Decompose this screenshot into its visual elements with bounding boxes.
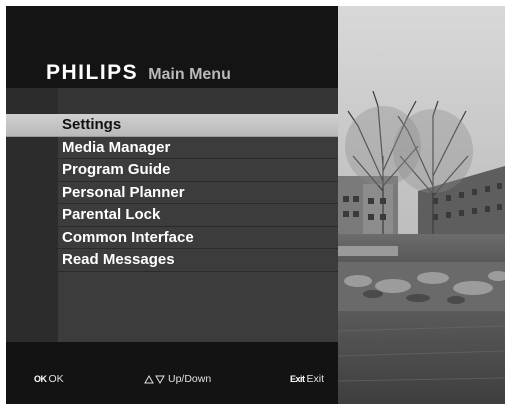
page-title: Main Menu — [148, 66, 231, 83]
menu-item-personal-planner[interactable]: Personal Planner — [6, 182, 338, 204]
tv-screen: PHILIPS Main Menu Settings Media Manager… — [6, 6, 505, 404]
ok-key-icon: OK — [34, 374, 47, 384]
menu-item-media-manager[interactable]: Media Manager — [6, 137, 338, 159]
brand-logo: PHILIPS — [46, 61, 139, 84]
tv-picture-scene — [337, 6, 505, 404]
up-down-arrows-icon — [144, 374, 166, 384]
up-down-hint-label: Up/Down — [168, 373, 212, 385]
menu-item-read-messages[interactable]: Read Messages — [6, 249, 338, 272]
main-menu-list: Settings Media Manager Program Guide Per… — [6, 114, 338, 272]
osd-panel: PHILIPS Main Menu Settings Media Manager… — [6, 6, 338, 404]
header: PHILIPS Main Menu — [46, 61, 231, 85]
menu-item-parental-lock[interactable]: Parental Lock — [6, 204, 338, 227]
menu-top-strip — [58, 88, 338, 114]
menu-item-common-interface[interactable]: Common Interface — [6, 227, 338, 249]
ok-hint[interactable]: OK OK — [34, 373, 64, 385]
exit-key-icon: Exit — [290, 374, 305, 384]
tv-picture — [337, 6, 505, 404]
ok-hint-label: OK — [48, 373, 64, 385]
exit-hint[interactable]: Exit Exit — [290, 373, 324, 385]
exit-hint-label: Exit — [306, 373, 325, 385]
menu-area: Settings Media Manager Program Guide Per… — [6, 88, 338, 342]
menu-item-settings[interactable]: Settings — [6, 114, 338, 137]
menu-item-program-guide[interactable]: Program Guide — [6, 159, 338, 182]
up-down-hint[interactable]: Up/Down — [144, 373, 211, 385]
